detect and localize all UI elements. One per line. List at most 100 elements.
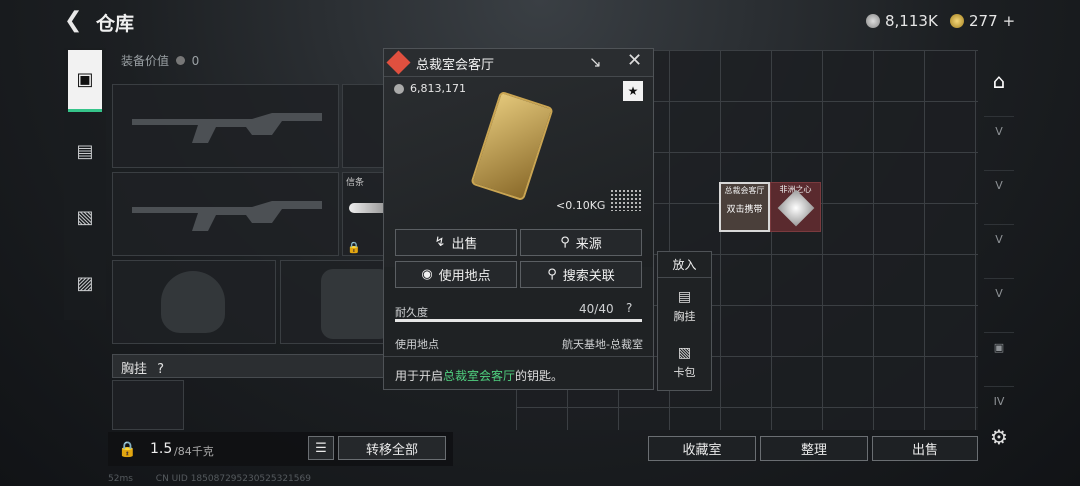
- storage-tier-2-icon[interactable]: V: [984, 170, 1014, 200]
- silver-coin-icon: [866, 14, 880, 28]
- description-prefix: 用于开启: [395, 369, 444, 383]
- equipment-value-amount: 0: [191, 54, 200, 68]
- put-into-title: 放入: [658, 252, 711, 278]
- sell-icon: ↯: [434, 235, 446, 250]
- vest-silhouette-icon: [321, 269, 391, 339]
- weight-bar: 🔒 1.5 /84千克 ☰ 转移全部: [108, 432, 453, 466]
- put-into-chest-button[interactable]: ▤ 胸挂: [658, 280, 711, 332]
- melee-slot-label: 信条: [346, 178, 365, 188]
- ping: 52ms: [108, 474, 133, 484]
- popup-title: 总裁室会客厅: [416, 58, 495, 73]
- use-location-button[interactable]: ◉ 使用地点: [395, 261, 517, 288]
- durability-label: 耐久度: [395, 306, 428, 319]
- close-icon[interactable]: ✕: [627, 50, 642, 71]
- page-title: 仓库: [96, 13, 135, 35]
- gold-amount: 277: [969, 12, 998, 30]
- backpack-tab-icon[interactable]: ▤: [68, 134, 102, 168]
- use-location-label: 使用地点: [395, 338, 439, 351]
- weapon-tab-icon[interactable]: ▣: [68, 50, 102, 112]
- armor-tab-icon[interactable]: ▧: [68, 200, 102, 234]
- description-highlight: 总裁室会客厅: [443, 369, 516, 383]
- item-rarity-icon: [386, 50, 411, 75]
- item-size-grid-icon: [610, 189, 642, 211]
- storage-box-icon[interactable]: ▣: [984, 332, 1014, 362]
- status-bar: 52ms CN UID 1850872952305253215​69: [66, 474, 311, 484]
- helmet-slot[interactable]: [112, 260, 276, 344]
- put-into-card-pack-label: 卡包: [673, 365, 696, 379]
- equipment-value: 装备价值 0: [121, 52, 199, 69]
- collection-room-button[interactable]: 收藏室: [648, 436, 756, 461]
- lock-icon[interactable]: 🔒: [118, 440, 137, 458]
- search-related-button[interactable]: ⚲ 搜索关联: [520, 261, 642, 288]
- rifle-silhouette-icon: [132, 201, 322, 231]
- source-button-label: 来源: [575, 237, 602, 252]
- gold-currency[interactable]: 277 +: [950, 12, 1015, 30]
- silver-coin-icon: [175, 56, 185, 65]
- sell-button[interactable]: ↯ 出售: [395, 229, 517, 256]
- item-weight: <0.10KG: [556, 199, 606, 212]
- knife-icon: [349, 203, 385, 213]
- use-location-value: 航天基地-总裁室: [562, 338, 643, 351]
- use-location-button-label: 使用地点: [438, 269, 491, 284]
- uid: CN UID 1850872952305253215​69: [155, 474, 311, 484]
- search-icon: ⚲: [560, 235, 570, 250]
- sort-button[interactable]: 整理: [760, 436, 868, 461]
- chest-rig-label: 胸挂: [121, 362, 148, 377]
- chest-rig-icon: ▤: [677, 288, 692, 305]
- collapse-icon[interactable]: ↘: [589, 53, 602, 71]
- settings-gear-icon[interactable]: ⚙: [984, 422, 1014, 452]
- silver-coin-icon: [394, 84, 404, 94]
- weight-max: /84千克: [174, 445, 214, 458]
- list-view-icon[interactable]: ☰: [308, 436, 334, 460]
- put-into-chest-label: 胸挂: [673, 309, 696, 323]
- left-nav: ▣ ▤ ▧ ▨: [64, 48, 106, 320]
- card-pack-icon: ▧: [677, 344, 692, 361]
- search-icon: ⚲: [547, 267, 557, 282]
- secondary-weapon-slot[interactable]: [112, 172, 339, 256]
- transfer-all-button[interactable]: 转移全部: [338, 436, 446, 460]
- search-related-button-label: 搜索关联: [562, 269, 615, 284]
- storage-tier-3-icon[interactable]: V: [984, 224, 1014, 254]
- storage-tier-iv-icon[interactable]: IV: [984, 386, 1014, 416]
- durability-value: 40/40: [579, 302, 614, 316]
- description-suffix: 的钥匙。: [515, 369, 564, 383]
- item-detail-popup: 总裁室会客厅 ↘ ✕ 6,813,171 ★ <0.10KG ↯ 出售 ⚲ 来源 ◉…: [383, 48, 654, 390]
- home-icon[interactable]: ⌂: [984, 66, 1014, 96]
- grid-item-key[interactable]: 总裁会客厅 双击携带: [719, 182, 770, 232]
- keycard-image: [470, 90, 554, 202]
- rifle-silhouette-icon: [132, 113, 322, 143]
- storage-tier-1-icon[interactable]: V: [984, 116, 1014, 146]
- back-arrow-icon[interactable]: ❮: [64, 10, 86, 32]
- item-description: 用于开启总裁室会客厅的钥匙。: [395, 367, 563, 384]
- weight-current: 1.5: [150, 441, 173, 457]
- diamond-icon: [777, 189, 815, 227]
- grid-item-diamond[interactable]: 非洲之心: [770, 182, 821, 232]
- lock-icon: 🔒: [347, 241, 361, 254]
- storage-tier-4-icon[interactable]: V: [984, 278, 1014, 308]
- add-gold-button[interactable]: +: [1003, 12, 1016, 30]
- primary-weapon-slot[interactable]: [112, 84, 339, 168]
- location-pin-icon: ◉: [421, 267, 433, 282]
- right-nav: ⌂ V V V V ▣ IV ⚙: [980, 50, 1016, 460]
- equipment-value-label: 装备价值: [121, 54, 170, 68]
- grid-item-key-hint: 双击携带: [726, 205, 763, 215]
- sell-bottom-button[interactable]: 出售: [872, 436, 978, 461]
- gold-coin-icon: [950, 14, 964, 28]
- sell-button-label: 出售: [451, 237, 478, 252]
- helmet-silhouette-icon: [161, 271, 225, 333]
- chest-rig-slot[interactable]: [112, 380, 184, 430]
- silver-amount: 8,113K: [885, 12, 938, 30]
- help-icon[interactable]: ?: [157, 362, 164, 377]
- source-button[interactable]: ⚲ 来源: [520, 229, 642, 256]
- item-price: 6,813,171: [410, 82, 466, 95]
- grid-item-key-name: 总裁会客厅: [724, 186, 765, 195]
- silver-currency: 8,113K: [866, 12, 938, 30]
- favorite-star-icon[interactable]: ★: [623, 81, 643, 101]
- help-icon[interactable]: ?: [626, 301, 632, 315]
- medkit-tab-icon[interactable]: ▨: [68, 266, 102, 300]
- divider: [384, 356, 653, 357]
- put-into-card-pack-button[interactable]: ▧ 卡包: [658, 336, 711, 388]
- popup-header: 总裁室会客厅 ↘ ✕: [384, 49, 653, 77]
- put-into-panel: 放入 ▤ 胸挂 ▧ 卡包: [657, 251, 712, 391]
- durability-bar: [395, 319, 642, 322]
